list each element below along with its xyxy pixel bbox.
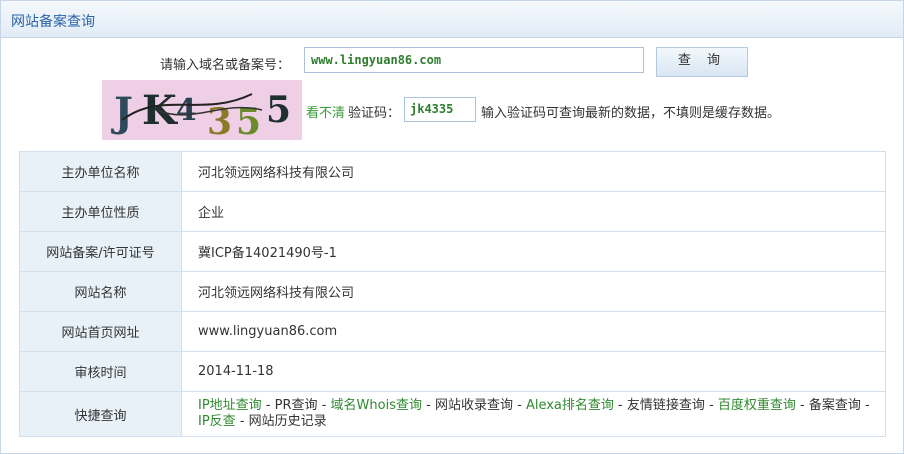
query-button[interactable]: 查 询 [656,47,748,77]
field-label: 网站备案/许可证号 [19,231,182,272]
search-label: 请输入域名或备案号： [160,58,291,73]
field-value: 河北领远网络科技有限公司 [181,271,886,312]
quick-links: IP地址查询 - PR查询 - 域名Whois查询 - 网站收录查询 - Ale… [181,391,886,437]
quick-link-reverse-ip[interactable]: IP反查 [198,414,236,429]
link-separator: - [865,398,870,413]
panel-header: 网站备案查询 [1,1,903,38]
field-label: 快捷查询 [19,391,182,437]
field-label: 网站名称 [19,271,182,312]
captcha-label: 验证码： [348,106,401,121]
quick-link-pr[interactable]: PR查询 [275,398,318,413]
link-separator: - [800,398,805,413]
captcha-row: 看不清 验证码： jk4335 输入验证码可查询最新的数据，不填则是缓存数据。 [1,97,903,123]
field-label: 主办单位性质 [19,191,182,232]
quick-link-alexa[interactable]: Alexa排名查询 [526,398,614,413]
field-value: 2014-11-18 [181,351,886,392]
link-separator: - [321,398,327,413]
quick-link-icp[interactable]: 备案查询 [809,398,861,413]
captcha-input[interactable]: jk4335 [404,97,476,122]
table-row: 主办单位性质 企业 [19,191,886,232]
link-separator: - [426,398,431,413]
quick-link-baidu-weight[interactable]: 百度权重查询 [718,398,796,413]
field-value: www.lingyuan86.com [181,311,886,352]
panel-title: 网站备案查询 [11,14,95,30]
quick-link-ip-lookup[interactable]: IP地址查询 [198,398,262,413]
field-value: 企业 [181,191,886,232]
link-separator: - [618,398,623,413]
table-row: 审核时间 2014-11-18 [19,351,886,392]
quick-link-whois[interactable]: 域名Whois查询 [331,398,422,413]
field-value: 冀ICP备14021490号-1 [181,231,886,272]
record-info-table: 主办单位名称 河北领远网络科技有限公司 主办单位性质 企业 网站备案/许可证号 … [19,151,886,437]
search-row: 请输入域名或备案号： www.lingyuan86.com 查 询 [1,47,903,77]
quick-link-history[interactable]: 网站历史记录 [249,414,327,429]
table-row: 主办单位名称 河北领远网络科技有限公司 [19,151,886,192]
link-separator: - [517,398,522,413]
refresh-captcha-link[interactable]: 看不清 [306,102,345,121]
icp-query-panel: 网站备案查询 请输入域名或备案号： www.lingyuan86.com 查 询… [0,0,904,454]
link-separator: - [709,398,714,413]
field-label: 网站首页网址 [19,311,182,352]
link-separator: - [265,398,271,413]
table-row: 网站名称 河北领远网络科技有限公司 [19,271,886,312]
field-label: 审核时间 [19,351,182,392]
table-row: 网站备案/许可证号 冀ICP备14021490号-1 [19,231,886,272]
captcha-hint: 输入验证码可查询最新的数据，不填则是缓存数据。 [481,106,781,121]
field-value: 河北领远网络科技有限公司 [181,151,886,192]
field-label: 主办单位名称 [19,151,182,192]
quick-link-friend-links[interactable]: 友情链接查询 [627,398,705,413]
table-row: 网站首页网址 www.lingyuan86.com [19,311,886,352]
domain-search-input[interactable]: www.lingyuan86.com [304,47,644,73]
table-row: 快捷查询 IP地址查询 - PR查询 - 域名Whois查询 - 网站收录查询 … [19,391,886,437]
link-separator: - [239,414,245,429]
quick-link-index[interactable]: 网站收录查询 [435,398,513,413]
